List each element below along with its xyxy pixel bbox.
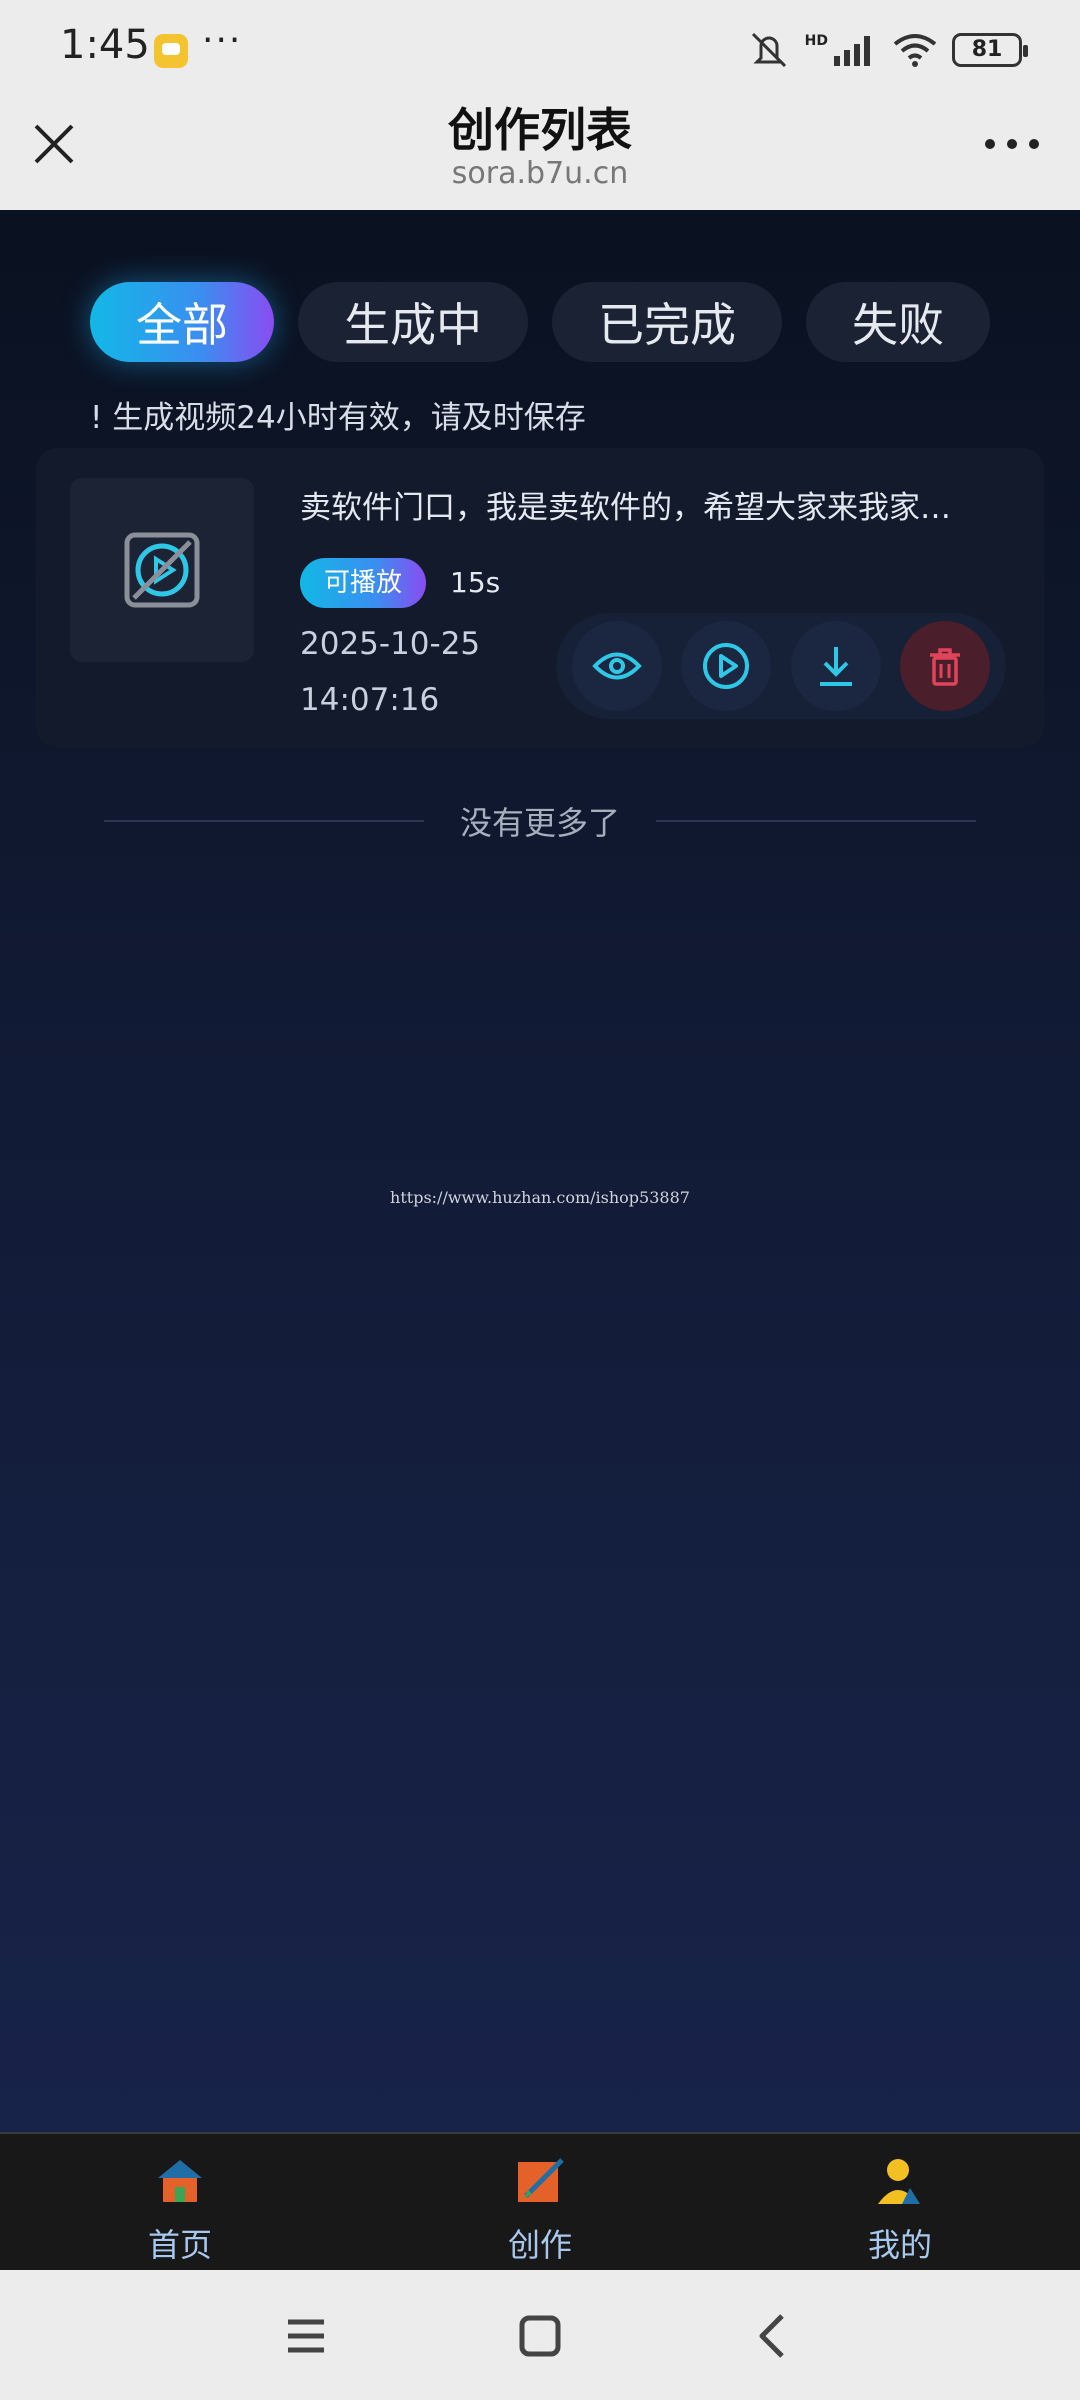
battery-icon: 81 (952, 33, 1028, 67)
tab-generating[interactable]: 生成中 (298, 282, 528, 362)
more-icon[interactable] (982, 134, 1042, 154)
video-duration: 15s (450, 566, 501, 599)
video-title: 卖软件门口，我是卖软件的，希望大家来我家… (300, 490, 951, 526)
profile-icon (878, 2159, 920, 2204)
nav-item-home[interactable]: 首页 (0, 2134, 360, 2270)
nav-label-profile: 我的 (867, 2226, 932, 2264)
tab-all[interactable]: 全部 (90, 282, 274, 362)
play-button[interactable] (681, 621, 772, 711)
play-icon (703, 643, 750, 689)
expiry-notice: ! 生成视频24小时有效，请及时保存 (90, 400, 586, 436)
video-placeholder-icon (124, 532, 200, 608)
system-nav (0, 2270, 1080, 2400)
delete-icon (930, 648, 961, 686)
nav-item-profile[interactable]: 我的 (720, 2134, 1080, 2270)
watermark-url: https://www.huzhan.com/ishop53887 (390, 1188, 690, 1207)
delete-button[interactable] (900, 621, 991, 711)
main-content: 全部 生成中 已完成 失败 ! 生成视频24小时有效，请及时保存 卖软件门口，我… (0, 210, 1080, 2132)
download-icon (819, 647, 852, 686)
end-of-list: 没有更多了 (0, 798, 1080, 844)
status-more-text: ··· (202, 20, 243, 61)
notification-app-icon (154, 34, 188, 68)
nav-label-home: 首页 (147, 2226, 212, 2264)
video-thumbnail[interactable] (70, 478, 254, 662)
download-button[interactable] (790, 621, 881, 711)
tab-completed[interactable]: 已完成 (552, 282, 782, 362)
filter-tabs: 全部 生成中 已完成 失败 (90, 282, 990, 362)
nav-item-create[interactable]: 创作 (360, 2134, 720, 2270)
home-square-icon[interactable] (510, 2306, 570, 2366)
video-date: 2025-10-25 (300, 626, 481, 662)
video-time: 14:07:16 (300, 682, 440, 718)
status-icons: HD 81 (747, 30, 1028, 70)
page-domain: sora.b7u.cn (451, 156, 629, 191)
back-icon[interactable] (744, 2306, 804, 2366)
mute-icon (751, 32, 786, 68)
create-icon (518, 2158, 564, 2202)
home-icon (158, 2160, 202, 2202)
nav-label-create: 创作 (507, 2226, 572, 2264)
page-title: 创作列表 (448, 103, 632, 157)
status-time: 1:45 (60, 22, 150, 68)
video-actions (556, 613, 1006, 719)
divider-right (656, 820, 976, 822)
tab-failed[interactable]: 失败 (806, 282, 990, 362)
view-button[interactable] (571, 621, 662, 711)
menu-icon[interactable] (276, 2306, 336, 2366)
page-header: 创作列表 sora.b7u.cn (0, 90, 1080, 210)
wifi-icon (893, 34, 937, 67)
bottom-nav: 首页 创作 我的 (0, 2132, 1080, 2270)
signal-icon (834, 36, 870, 66)
status-badge: 可播放 (300, 558, 427, 608)
video-card[interactable]: 卖软件门口，我是卖软件的，希望大家来我家… 可播放 15s 2025-10-25… (36, 448, 1044, 748)
view-icon (591, 652, 642, 680)
status-bar: 1:45 ··· HD 81 (0, 0, 1080, 90)
network-hd-label: HD (804, 33, 828, 49)
